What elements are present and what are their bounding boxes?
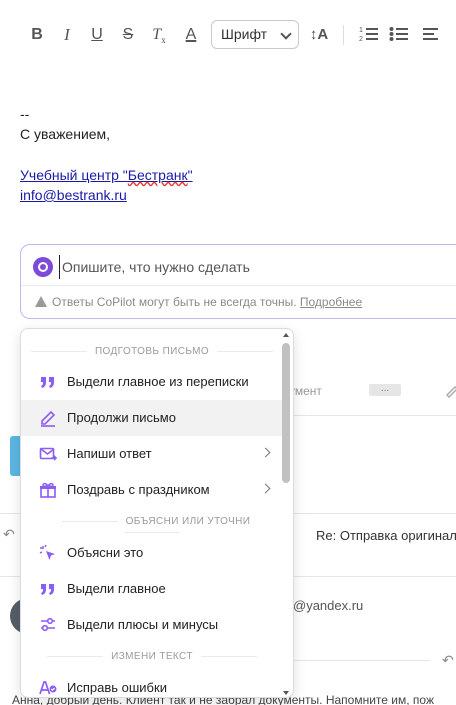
cursor-sparkle-icon xyxy=(39,544,55,560)
formatting-toolbar: B I U S Tx A Шрифт ↕A 12 xyxy=(0,0,456,68)
company-prefix: Учебный центр " xyxy=(20,167,128,183)
scroll-down-arrow-icon[interactable] xyxy=(283,691,289,695)
font-select-value: Шрифт xyxy=(221,26,268,42)
chevron-right-icon xyxy=(260,447,271,458)
gift-icon xyxy=(40,482,56,498)
svg-text:1: 1 xyxy=(359,27,363,34)
menu-item-pros-cons[interactable]: Выдели плюсы и минусы xyxy=(21,607,283,643)
copilot-actions-menu: ПОДГОТОВЬ ПИСЬМО Выдели главное из переп… xyxy=(20,328,294,698)
spellcheck-icon xyxy=(39,681,57,695)
menu-item-label: Напиши ответ xyxy=(67,446,152,461)
clear-format-sub: x xyxy=(161,35,166,46)
menu-item-label: Выдели главное из переписки xyxy=(67,374,249,389)
quote-icon xyxy=(41,377,54,388)
italic-button[interactable]: I xyxy=(56,24,78,46)
menu-item-continue-letter[interactable]: Продолжи письмо xyxy=(21,400,283,436)
menu-item-label: Объясни это xyxy=(67,545,144,560)
numbered-list-icon: 12 xyxy=(359,27,378,43)
divider xyxy=(280,415,456,416)
more-link[interactable]: Подробнее xyxy=(300,295,362,309)
menu-item-label: Исправь ошибки xyxy=(67,680,167,695)
copilot-prompt-input[interactable] xyxy=(59,255,439,279)
scroll-thumb[interactable] xyxy=(282,343,290,483)
underline-button[interactable]: U xyxy=(86,24,108,46)
chevron-right-icon xyxy=(260,483,271,494)
menu-item-label: Выдели главное xyxy=(67,581,166,596)
menu-item-write-reply[interactable]: Напиши ответ xyxy=(21,436,283,472)
company-link[interactable]: Учебный центр "Бестранк" xyxy=(20,167,193,183)
pen-icon xyxy=(41,410,56,427)
svg-text:2: 2 xyxy=(359,36,363,43)
copilot-panel: Ответы CoPilot могут быть не всегда точн… xyxy=(20,244,456,319)
company-name: Бестранк xyxy=(127,167,188,183)
bullet-list-icon xyxy=(389,27,408,41)
divider xyxy=(280,660,430,661)
menu-item-highlight-main[interactable]: Выдели главное xyxy=(21,571,283,607)
menu-item-fix-errors[interactable]: Исправь ошибки xyxy=(21,670,283,697)
edit-pen-icon xyxy=(446,386,456,398)
font-size-button[interactable]: ↕A xyxy=(305,24,333,46)
divider xyxy=(21,285,456,286)
menu-item-label: Поздравь с праздником xyxy=(67,482,210,497)
signature-regards: С уважением, xyxy=(20,126,111,142)
menu-item-summarize-thread[interactable]: Выдели главное из переписки xyxy=(21,364,283,400)
email-link[interactable]: info@bestrank.ru xyxy=(20,187,127,203)
align-left-icon xyxy=(423,28,438,40)
menu-item-holiday-greeting[interactable]: Поздравь с праздником xyxy=(21,472,283,508)
align-button[interactable] xyxy=(420,24,442,46)
clear-format-label: T xyxy=(152,26,162,43)
more-dots[interactable]: ... xyxy=(369,384,401,396)
pen-icon[interactable] xyxy=(444,382,456,398)
copilot-logo-icon xyxy=(33,257,53,277)
menu-item-label: Выдели плюсы и минусы xyxy=(67,617,219,632)
sliders-icon xyxy=(41,617,55,632)
copilot-warning: Ответы CoPilot могут быть не всегда точн… xyxy=(35,295,362,309)
thread-subject[interactable]: Re: Отправка оригинал xyxy=(316,528,456,543)
reply-icon[interactable]: ↶ xyxy=(3,526,15,543)
chevron-down-icon xyxy=(280,28,292,40)
menu-item-label: Продолжи письмо xyxy=(67,410,176,425)
bold-button[interactable]: B xyxy=(26,24,48,46)
menu-scrollbar[interactable] xyxy=(281,333,291,695)
clear-format-button[interactable]: Tx xyxy=(148,24,170,46)
toolbar-divider xyxy=(343,25,344,45)
company-suffix: " xyxy=(187,167,193,183)
strikethrough-button[interactable]: S xyxy=(117,24,139,46)
section-header-edit: ИЗМЕНИ ТЕКСТ xyxy=(21,651,283,662)
bullet-list-button[interactable] xyxy=(388,24,410,46)
sender-email: @yandex.ru xyxy=(293,598,364,613)
signature-dashes: -- xyxy=(20,106,30,122)
scroll-up-arrow-icon[interactable] xyxy=(283,333,289,337)
text-color-button[interactable]: A xyxy=(180,24,202,46)
mail-reply-icon xyxy=(39,447,57,461)
quote-icon xyxy=(41,584,54,595)
section-header-prepare: ПОДГОТОВЬ ПИСЬМО xyxy=(21,346,283,357)
warning-icon xyxy=(35,296,47,307)
menu-item-explain-this[interactable]: Объясни это xyxy=(21,535,283,571)
warning-text: Ответы CoPilot могут быть не всегда точн… xyxy=(52,295,297,309)
font-select[interactable]: Шрифт xyxy=(211,20,299,49)
reply-icon[interactable]: ↶ xyxy=(442,652,454,669)
numbered-list-button[interactable]: 12 xyxy=(358,24,380,46)
